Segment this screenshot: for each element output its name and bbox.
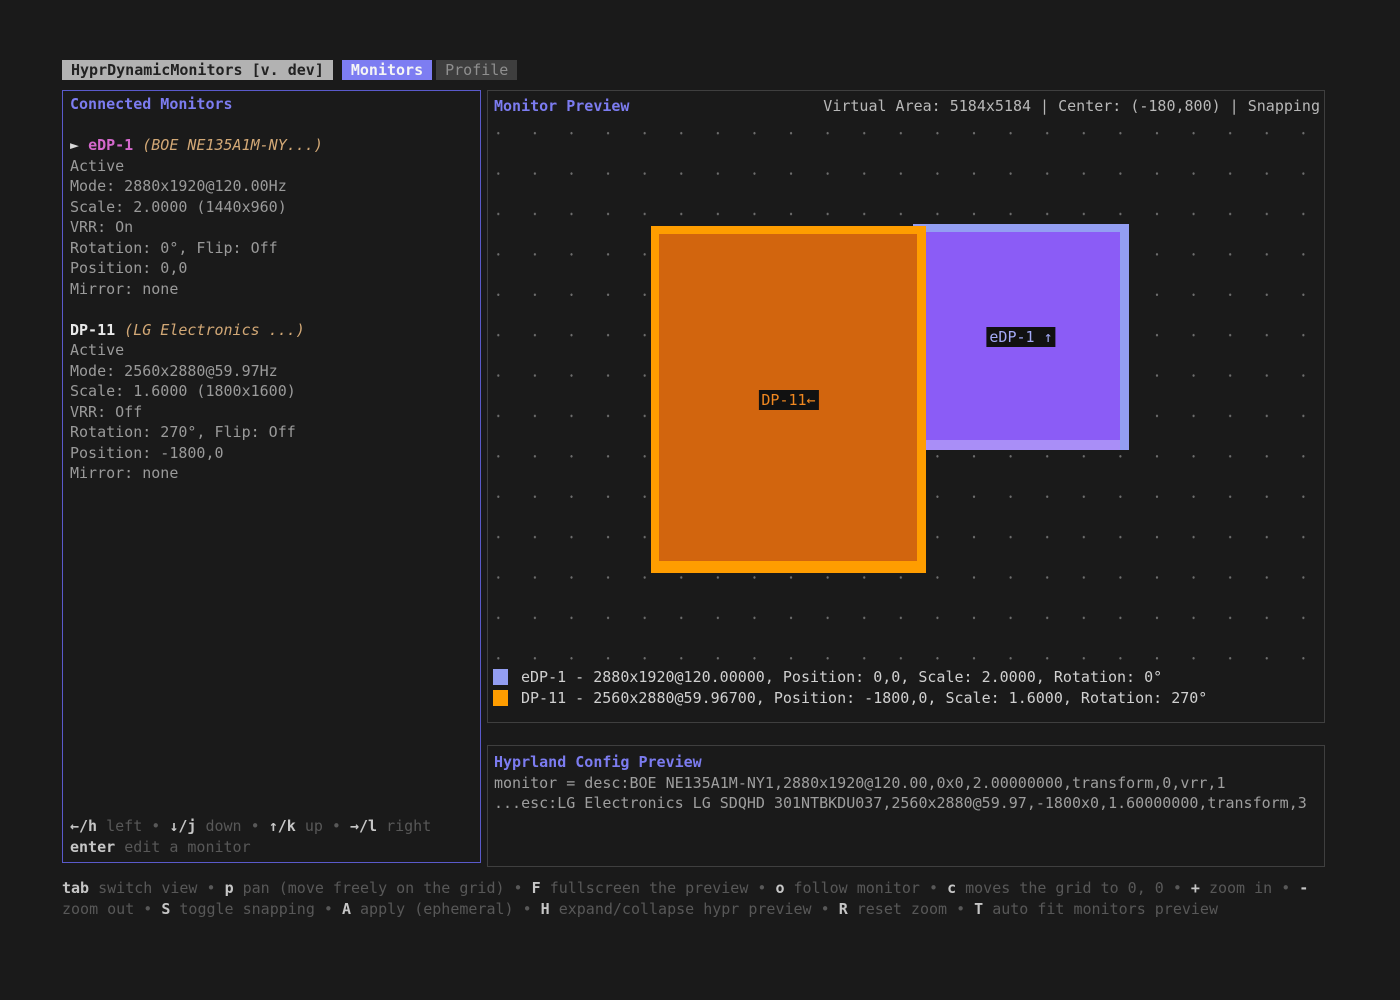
tab-bar: HyprDynamicMonitors [v. dev] Monitors Pr… bbox=[62, 60, 517, 80]
monitor-mode: Mode: 2560x2880@59.97Hz bbox=[70, 361, 473, 382]
monitor-vrr: VRR: Off bbox=[70, 402, 473, 423]
monitor-vrr: VRR: On bbox=[70, 217, 473, 238]
footer-keybinds: tab switch view • p pan (move freely on … bbox=[62, 878, 1342, 920]
preview-header: Monitor Preview Virtual Area: 5184x5184 … bbox=[488, 91, 1324, 121]
preview-monitor-dp11[interactable]: DP-11← bbox=[651, 226, 926, 573]
app-window: HyprDynamicMonitors [v. dev] Monitors Pr… bbox=[0, 0, 1400, 1000]
hyprland-config-panel: Hyprland Config Preview monitor = desc:B… bbox=[487, 745, 1325, 867]
preview-status-text: Virtual Area: 5184x5184 | Center: (-180,… bbox=[823, 96, 1320, 117]
keybinds-enter: enter edit a monitor bbox=[70, 837, 473, 858]
monitor-rotation: Rotation: 0°, Flip: Off bbox=[70, 238, 473, 259]
config-line-edp1: monitor = desc:BOE NE135A1M-NY1,2880x192… bbox=[494, 773, 1318, 794]
tab-monitors[interactable]: Monitors bbox=[342, 60, 432, 80]
selected-arrow-icon: ► bbox=[70, 136, 88, 154]
footer-keybinds-line2: zoom out • S toggle snapping • A apply (… bbox=[62, 899, 1342, 920]
legend-row-edp1: eDP-1 - 2880x1920@120.00000, Position: 0… bbox=[493, 667, 1207, 688]
config-line-dp11: ...esc:LG Electronics LG SDQHD 301NTBKDU… bbox=[494, 793, 1318, 814]
footer-keybinds-line1: tab switch view • p pan (move freely on … bbox=[62, 878, 1342, 899]
legend-row-dp11: DP-11 - 2560x2880@59.96700, Position: -1… bbox=[493, 688, 1207, 709]
monitor-vendor: (LG Electronics ...) bbox=[115, 321, 305, 339]
preview-monitor-edp1-label: eDP-1 ↑ bbox=[986, 327, 1055, 347]
monitor-vendor: (BOE NE135A1M-NY...) bbox=[133, 136, 323, 154]
monitor-mirror: Mirror: none bbox=[70, 463, 473, 484]
monitor-position: Position: 0,0 bbox=[70, 258, 473, 279]
monitor-list-item-dp11[interactable]: DP-11 (LG Electronics ...) Active Mode: … bbox=[70, 320, 473, 484]
monitor-mode: Mode: 2880x1920@120.00Hz bbox=[70, 176, 473, 197]
hyprland-config-title: Hyprland Config Preview bbox=[494, 752, 1318, 773]
preview-legend: eDP-1 - 2880x1920@120.00000, Position: 0… bbox=[493, 667, 1207, 709]
monitor-rotation: Rotation: 270°, Flip: Off bbox=[70, 422, 473, 443]
monitor-name: DP-11 bbox=[70, 321, 115, 339]
keybinds-navigation: ←/h left • ↓/j down • ↑/k up • →/l right bbox=[70, 816, 473, 837]
monitor-name: eDP-1 bbox=[88, 136, 133, 154]
legend-swatch-edp1 bbox=[493, 669, 508, 685]
monitor-mirror: Mirror: none bbox=[70, 279, 473, 300]
monitor-list-keybinds: ←/h left • ↓/j down • ↑/k up • →/l right… bbox=[70, 816, 473, 857]
preview-monitor-edp1-snap-edge bbox=[913, 440, 1120, 450]
monitor-scale: Scale: 1.6000 (1800x1600) bbox=[70, 381, 473, 402]
app-title-tab: HyprDynamicMonitors [v. dev] bbox=[62, 60, 333, 80]
monitor-preview-title: Monitor Preview bbox=[494, 96, 629, 117]
monitor-preview-panel: Monitor Preview Virtual Area: 5184x5184 … bbox=[487, 90, 1325, 723]
monitor-header: DP-11 (LG Electronics ...) bbox=[70, 320, 473, 341]
monitor-status: Active bbox=[70, 340, 473, 361]
monitor-header: ► eDP-1 (BOE NE135A1M-NY...) bbox=[70, 135, 473, 156]
legend-text-edp1: eDP-1 - 2880x1920@120.00000, Position: 0… bbox=[521, 668, 1162, 686]
preview-monitor-dp11-label: DP-11← bbox=[758, 390, 818, 410]
connected-monitors-title: Connected Monitors bbox=[70, 94, 473, 115]
legend-text-dp11: DP-11 - 2560x2880@59.96700, Position: -1… bbox=[521, 689, 1207, 707]
legend-swatch-dp11 bbox=[493, 690, 508, 706]
monitor-list-item-edp1[interactable]: ► eDP-1 (BOE NE135A1M-NY...) Active Mode… bbox=[70, 135, 473, 299]
monitor-position: Position: -1800,0 bbox=[70, 443, 473, 464]
connected-monitors-panel: Connected Monitors ► eDP-1 (BOE NE135A1M… bbox=[62, 90, 481, 863]
monitor-scale: Scale: 2.0000 (1440x960) bbox=[70, 197, 473, 218]
monitor-status: Active bbox=[70, 156, 473, 177]
preview-monitor-edp1[interactable]: eDP-1 ↑ bbox=[913, 224, 1129, 450]
tab-profile[interactable]: Profile bbox=[436, 60, 517, 80]
